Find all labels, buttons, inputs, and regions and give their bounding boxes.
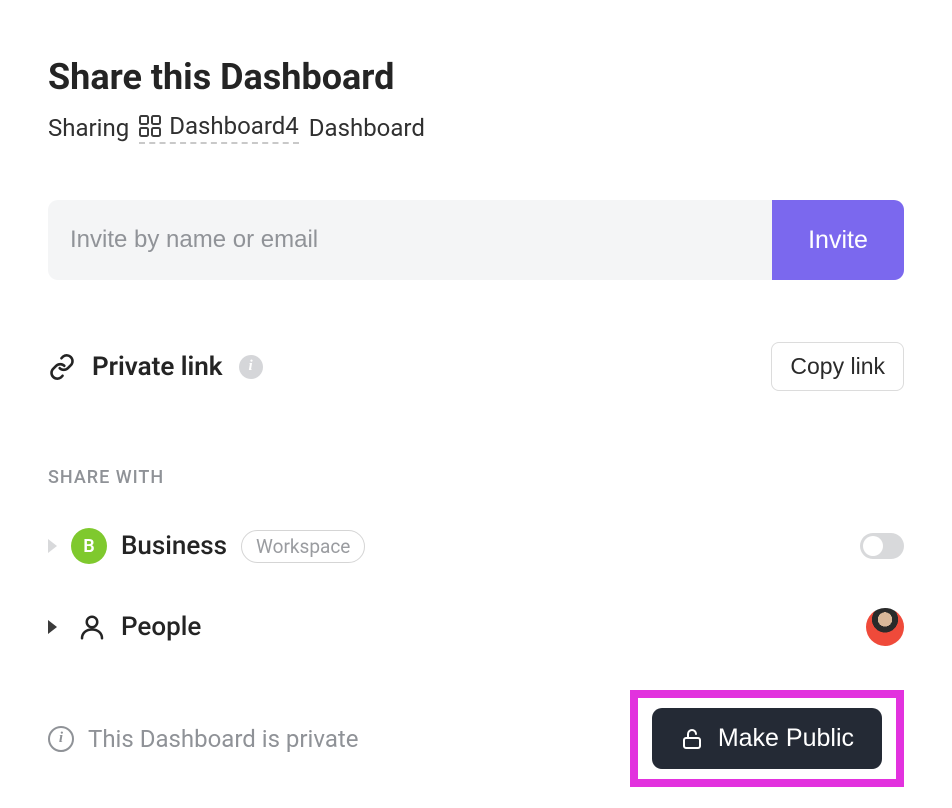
privacy-status-text: This Dashboard is private [88,725,358,753]
info-icon[interactable]: i [239,355,263,379]
expand-caret-icon[interactable] [48,539,57,553]
modal-title: Share this Dashboard [48,56,904,98]
copy-link-button[interactable]: Copy link [771,342,904,391]
make-public-label: Make Public [718,724,854,753]
expand-caret-icon[interactable] [48,620,57,634]
share-item-people: People [48,608,904,646]
dashboard-icon [139,115,161,137]
unlock-icon [680,727,704,751]
user-avatar[interactable] [866,608,904,646]
person-icon [77,612,107,642]
share-toggle[interactable] [860,533,904,559]
share-item-business: B Business Workspace [48,528,904,564]
breadcrumb: Sharing Dashboard4 Dashboard [48,112,904,144]
workspace-avatar: B [71,528,107,564]
dashboard-name-link[interactable]: Dashboard4 [139,112,299,144]
invite-row: Invite [48,200,904,280]
breadcrumb-suffix: Dashboard [309,114,425,142]
private-link-label: Private link [92,352,223,382]
share-with-label: SHARE WITH [48,467,904,488]
link-icon [48,353,76,381]
make-public-button[interactable]: Make Public [652,708,882,769]
breadcrumb-prefix: Sharing [48,114,129,142]
workspace-badge: Workspace [241,530,365,563]
share-item-name: Business [121,531,227,561]
invite-button[interactable]: Invite [772,200,904,280]
private-link-row: Private link i Copy link [48,342,904,391]
share-item-name: People [121,612,201,642]
dashboard-name-text: Dashboard4 [169,112,299,140]
invite-input[interactable] [48,200,772,280]
footer-row: i This Dashboard is private Make Public [48,690,904,787]
info-outline-icon: i [48,726,74,752]
highlight-annotation: Make Public [630,690,904,787]
